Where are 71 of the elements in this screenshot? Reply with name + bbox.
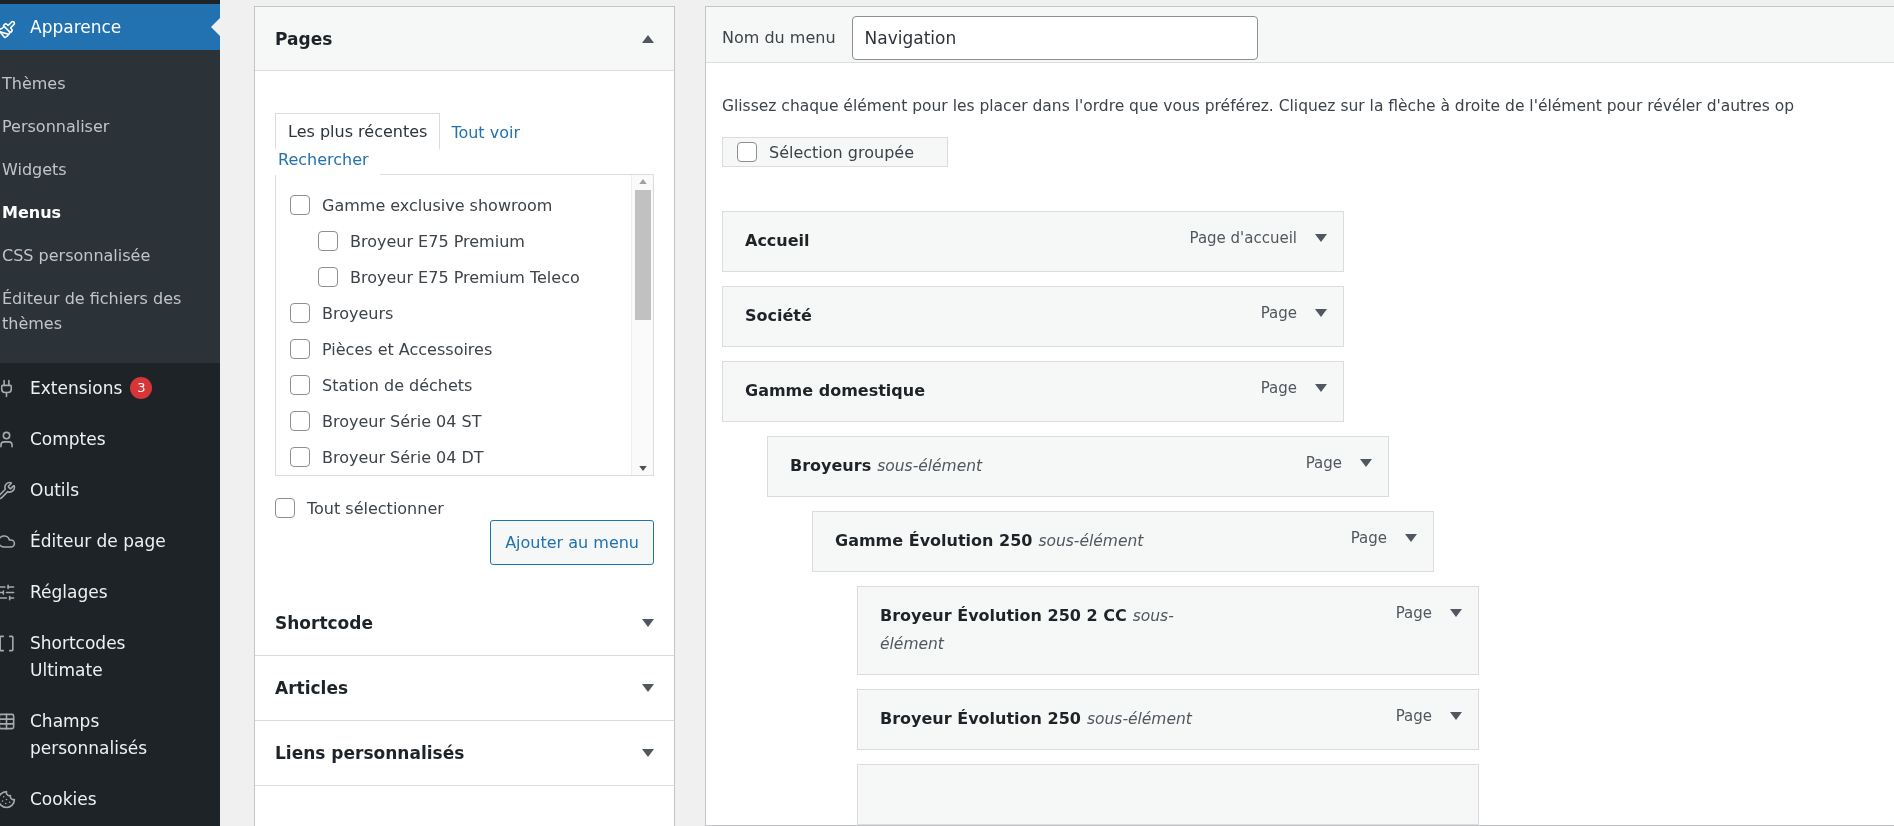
menu-name-field[interactable]: Navigation [851,15,1258,60]
menu-item[interactable]: Société Page [722,286,1344,347]
collapse-arrow-icon [642,34,654,43]
menu-item[interactable]: Broyeur Évolution 250 2 CC sous-élément Page [857,586,1479,675]
menu-item[interactable]: Gamme domestique Page [722,361,1344,422]
checkbox[interactable] [290,339,310,359]
checkbox[interactable] [290,303,310,323]
menu-item[interactable]: Accueil Page d'accueil [722,211,1344,272]
select-all-checkbox[interactable]: Tout sélectionner [275,498,654,518]
scroll-up-icon[interactable] [638,179,647,184]
tab[interactable]: Les plus récentes [275,113,441,150]
checkbox[interactable] [290,375,310,395]
checkbox[interactable] [318,267,338,287]
submenu-item[interactable]: Menus [0,191,72,234]
sidebar-item[interactable]: Outils [0,465,190,516]
submenu-item[interactable]: CSS personnalisée [0,234,161,277]
brush-icon [0,19,16,39]
table-icon [0,712,16,731]
submenu-item[interactable]: Widgets [0,148,77,191]
expand-arrow-icon [642,749,654,757]
page-option[interactable]: Gamme exclusive showroom [290,187,631,223]
menu-item[interactable]: Broyeurs sous-élément Page [767,436,1389,497]
checkbox[interactable] [290,195,310,215]
expand-arrow-icon [1360,459,1372,467]
expand-arrow-icon [1450,712,1462,720]
expand-arrow-icon [1315,309,1327,317]
page-option[interactable]: Broyeur Série 04 ST [290,403,631,439]
submenu-item[interactable]: Thèmes [0,62,76,105]
tab[interactable]: Rechercher [275,149,380,175]
sidebar-item[interactable]: Apparence [0,4,220,50]
page-option[interactable]: Pièces et Accessoires [290,331,631,367]
sidebar-item[interactable]: Éditeur de page [0,516,190,567]
add-to-menu-button[interactable]: Ajouter au menu [490,520,654,565]
sidebar-item[interactable]: Shortcodes Ultimate [0,618,190,696]
expand-arrow-icon [642,684,654,692]
update-count-badge: 3 [130,377,153,399]
expand-arrow-icon [1315,234,1327,242]
scroll-down-icon[interactable] [638,466,647,471]
expand-arrow-icon [1315,384,1327,392]
expand-arrow-icon [1405,534,1417,542]
expand-arrow-icon [642,619,654,627]
instructions-text: Glissez chaque élément pour les placer dans l'ordre que vous préférez. Cliquez sur la flèche à droite de l'élément pour révéler d'autres op [722,97,1796,116]
page-option[interactable]: Station de déchets [290,367,631,403]
checkbox[interactable] [290,411,310,431]
wrench-icon [0,481,16,500]
bulk-select-button[interactable]: Sélection groupée [722,137,948,167]
cloud-icon [0,532,16,551]
sliders-icon [0,583,16,602]
page-option[interactable]: Broyeur E75 Premium Teleco [290,259,631,295]
submenu-item[interactable]: Personnaliser [0,105,120,148]
expand-arrow-icon [1450,609,1462,617]
checkbox[interactable] [318,231,338,251]
menu-item[interactable]: Broyeur Évolution 250 sous-élément Page [857,689,1479,750]
current-pointer-icon [211,17,221,37]
scrollbar[interactable] [631,175,653,475]
sidebar-item[interactable]: Cookies [0,774,190,825]
menu-item[interactable]: Gamme Évolution 250 sous-élément Page [812,511,1434,572]
sidebar-item[interactable]: Réglages [0,567,190,618]
section-header[interactable]: Pages [255,7,674,71]
sidebar-item[interactable]: Comptes [0,414,190,465]
sidebar-item[interactable]: Champs personnalisés [0,696,190,774]
page-option[interactable]: Broyeur E75 Premium [290,223,631,259]
field-label: Nom du menu [722,28,836,48]
checkbox[interactable] [290,447,310,467]
submenu-item[interactable]: Éditeur de fichiers des thèmes [0,277,220,345]
page-option[interactable]: Broyeur Série 04 DT [290,439,631,475]
brackets-icon [0,634,16,653]
cookie-icon [0,790,16,809]
user-icon [0,430,16,449]
page-option[interactable]: Broyeurs [290,295,631,331]
sidebar-item[interactable]: Extensions 3 [0,363,190,414]
